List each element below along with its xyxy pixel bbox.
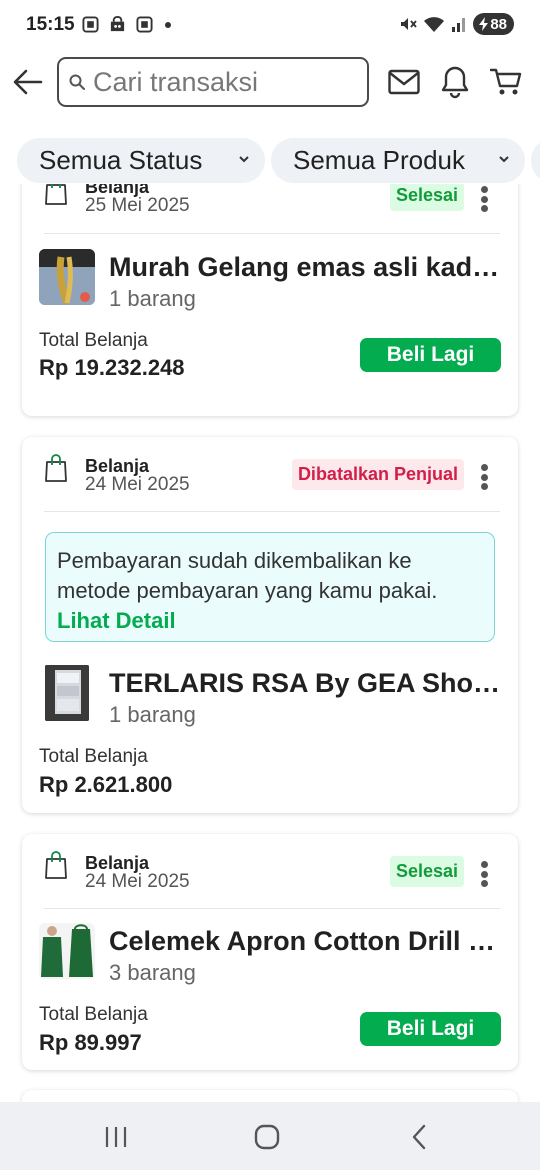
more-options-button[interactable] [474,858,494,890]
product-name: TERLARIS RSA By GEA Showcase [109,668,501,698]
search-box[interactable] [57,57,369,107]
order-card[interactable]: Belanja 24 Mei 2025 Selesai Celemek Apro… [22,834,518,1070]
search-input[interactable] [93,66,353,98]
notification-button[interactable] [438,64,472,100]
product-name: Murah Gelang emas asli kadar 700 Gelang … [109,252,501,282]
total-value: Rp 89.997 [39,1030,142,1055]
screenshot-icon [82,16,99,33]
more-notifications-dot [165,21,171,28]
shop-notification-icon [110,16,125,32]
buy-again-button[interactable]: Beli Lagi [360,338,501,372]
search-icon [69,74,85,90]
product-thumbnail [39,249,95,305]
bracelet-image [39,249,95,305]
more-options-button[interactable] [474,184,494,215]
order-date: 24 Mei 2025 [85,871,190,892]
shopping-bag-icon [45,184,67,205]
filter-chips: Semua Status Semua Produk [0,138,540,184]
home-icon [254,1124,280,1150]
total-label: Total Belanja [39,330,148,351]
battery-indicator: 88 [473,13,514,35]
status-badge: Selesai [389,184,464,211]
top-bar [0,50,540,116]
inbox-button[interactable] [387,64,421,100]
order-card[interactable]: Belanja 24 Mei 2025 Dibatalkan Penjual P… [22,437,518,813]
divider [44,908,500,909]
product-name: Celemek Apron Cotton Drill Custom [109,926,501,956]
filter-status-label: Semua Status [39,145,203,175]
shopping-bag-icon [45,454,67,482]
recent-apps-icon [105,1127,127,1147]
system-back-button[interactable] [399,1122,439,1152]
total-value: Rp 2.621.800 [39,772,173,797]
battery-icon [479,17,489,31]
total-label: Total Belanja [39,746,148,767]
divider [44,233,500,234]
mail-icon [388,69,420,95]
cart-icon [490,68,522,95]
more-options-button[interactable] [474,461,494,493]
status-time: 15:15 [26,14,75,35]
signal-icon [452,18,466,32]
battery-level: 88 [490,15,507,33]
total-value: Rp 19.232.248 [39,355,185,380]
mute-icon [401,18,418,30]
showcase-image [45,665,89,721]
product-count: 1 barang [109,702,196,727]
recent-apps-button[interactable] [96,1122,136,1152]
chevron-down-icon [239,156,249,163]
status-system-icons: 88 [399,13,514,35]
back-button[interactable] [12,62,44,102]
cart-button[interactable] [489,64,523,100]
divider [44,511,500,512]
home-button[interactable] [247,1122,287,1152]
shopping-bag-icon [45,851,67,879]
refund-notice: Pembayaran sudah dikembalikan ke metode … [45,532,495,642]
status-badge: Dibatalkan Penjual [291,459,464,490]
bell-icon [441,66,469,99]
filter-date-chip[interactable] [531,138,540,183]
status-bar: 15:15 88 [0,0,540,50]
system-nav-bar [0,1102,540,1170]
total-label: Total Belanja [39,1004,148,1025]
buy-again-button[interactable]: Beli Lagi [360,1012,501,1046]
view-detail-link[interactable]: Lihat Detail [57,608,176,633]
product-count: 1 barang [109,286,196,311]
product-thumbnail [39,923,95,979]
back-arrow-icon [13,69,43,95]
order-card[interactable] [22,1090,518,1102]
screenshot-icon [136,16,153,33]
order-card[interactable]: Belanja 25 Mei 2025 Selesai Murah Gelang… [22,184,518,416]
status-badge: Selesai [389,856,464,887]
product-thumbnail [45,665,89,721]
filter-product-chip[interactable]: Semua Produk [271,138,525,183]
refund-notice-text: Pembayaran sudah dikembalikan ke metode … [57,548,438,603]
transaction-list: Belanja 25 Mei 2025 Selesai Murah Gelang… [0,184,540,1102]
chevron-down-icon [499,156,509,163]
status-notification-icons [82,16,171,33]
order-date: 25 Mei 2025 [85,195,190,216]
order-date: 24 Mei 2025 [85,474,190,495]
wifi-icon [424,17,445,32]
back-icon [412,1124,426,1150]
filter-product-label: Semua Produk [293,145,465,175]
filter-status-chip[interactable]: Semua Status [17,138,265,183]
product-count: 3 barang [109,960,196,985]
apron-image [39,923,95,979]
